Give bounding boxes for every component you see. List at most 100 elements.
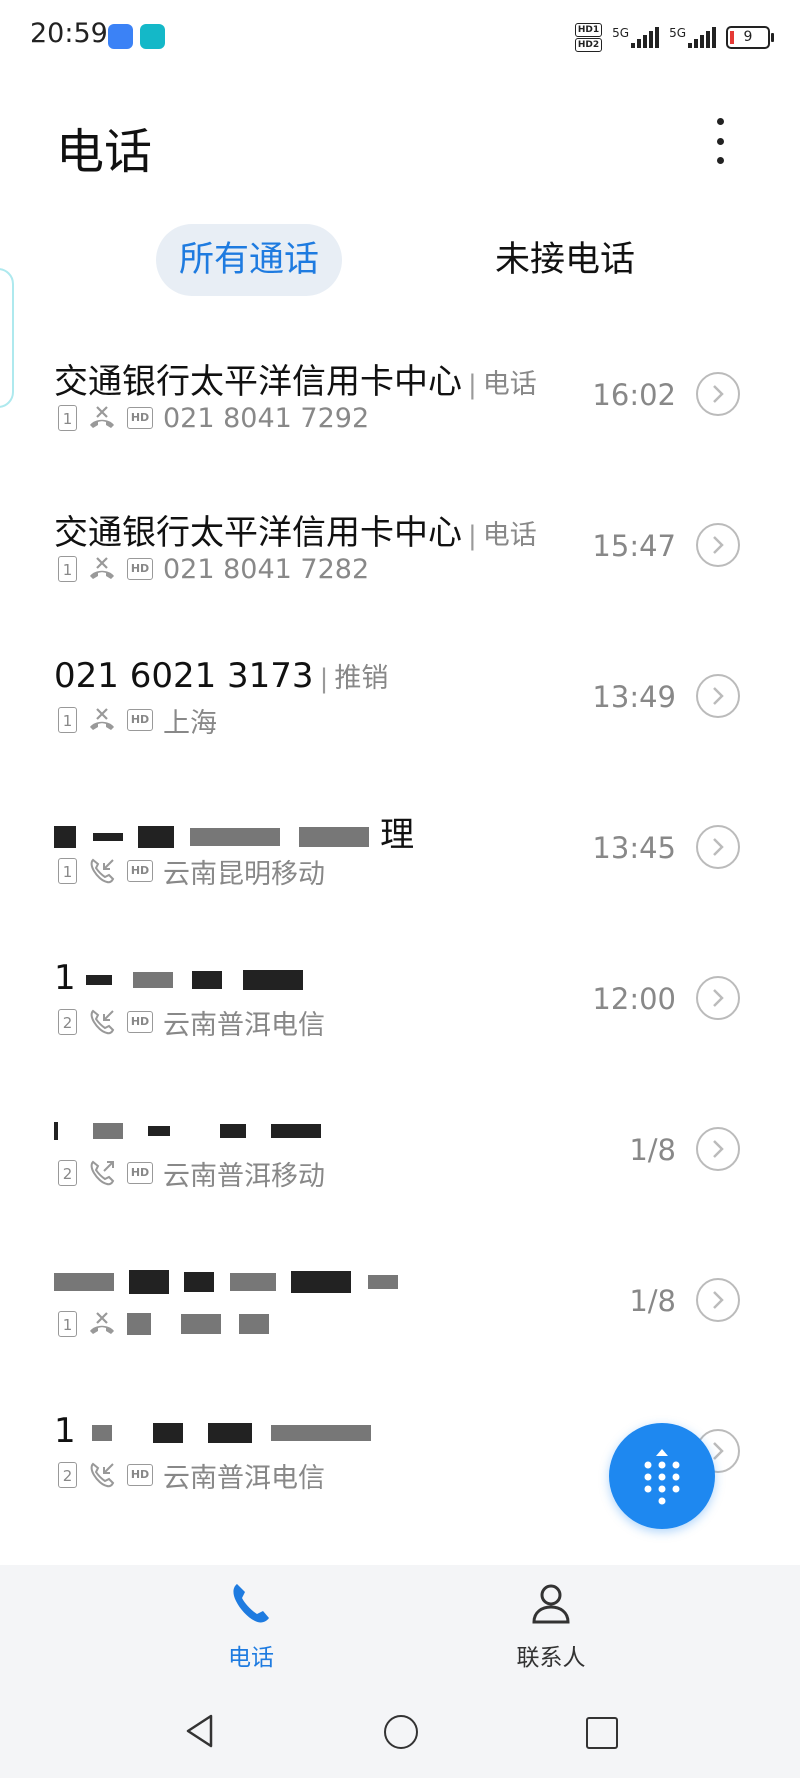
call-detail-button[interactable]	[696, 372, 740, 416]
network-1-label: 5G	[612, 26, 630, 40]
hd-call-icon: HD	[127, 407, 153, 429]
call-detail-button[interactable]	[696, 523, 740, 567]
call-detail: 云南普洱电信	[163, 1462, 325, 1494]
call-detail: 021 8041 7282	[163, 553, 370, 585]
nav-label-phone: 电话	[228, 1645, 274, 1671]
call-detail-button[interactable]	[696, 976, 740, 1020]
call-time: 13:49	[592, 680, 676, 714]
call-time: 13:45	[592, 831, 676, 865]
battery-icon: 9	[726, 25, 774, 49]
call-meta: 1 HD 云南昆明移动	[58, 855, 325, 890]
call-time: 16:02	[592, 378, 676, 412]
caller-name: 1	[54, 1411, 76, 1451]
caller-name: 理	[380, 815, 415, 855]
sim-icon: 2	[58, 1009, 77, 1035]
call-name-line: 1	[54, 958, 303, 998]
hd-call-icon: HD	[127, 1464, 153, 1486]
missed-call-icon	[90, 406, 114, 428]
home-icon[interactable]	[384, 1715, 418, 1749]
notification-link-icon	[140, 24, 165, 49]
sim-icon: 2	[58, 1462, 77, 1488]
call-time: 12:00	[592, 982, 676, 1016]
caller-name: 交通银行太平洋信用卡中心	[54, 513, 462, 553]
page-title: 电话	[56, 124, 153, 180]
sim-icon: 1	[58, 858, 77, 884]
call-row[interactable]: 理 1 HD 云南昆明移动 13:45	[0, 807, 800, 958]
sim-icon: 1	[58, 405, 77, 431]
dialpad-icon	[644, 1449, 680, 1505]
caller-tag: 推销	[334, 663, 389, 694]
missed-call-icon	[90, 557, 114, 579]
call-row[interactable]: 交通银行太平洋信用卡中心 | 电话 1 HD 021 8041 7282 15:47	[0, 505, 800, 656]
call-name-line: 021 6021 3173 | 推销	[54, 656, 389, 696]
caller-name: 交通银行太平洋信用卡中心	[54, 362, 462, 402]
notification-app-icon	[108, 24, 133, 49]
recent-apps-icon[interactable]	[586, 1717, 618, 1749]
hd-voice-icon: HD1 HD2	[574, 22, 603, 52]
hd1-label: HD1	[574, 22, 603, 37]
nav-tab-phone[interactable]: 电话	[196, 1580, 306, 1690]
hd-call-icon: HD	[127, 1162, 153, 1184]
caller-name: 1	[54, 958, 76, 998]
incoming-call-icon	[90, 1009, 115, 1035]
signal-1-icon: 5G	[612, 26, 660, 48]
call-time: 15:47	[592, 529, 676, 563]
call-meta: 1 HD 上海	[58, 704, 217, 739]
nav-tab-contacts[interactable]: 联系人	[496, 1580, 606, 1690]
call-detail-button[interactable]	[696, 1278, 740, 1322]
sim-icon: 2	[58, 1160, 77, 1186]
nav-label-contacts: 联系人	[516, 1645, 586, 1671]
tab-all-calls[interactable]: 所有通话	[156, 224, 342, 296]
call-row[interactable]: 交通银行太平洋信用卡中心 | 电话 1 HD 021 8041 7292 16:02	[0, 354, 800, 505]
call-detail: 上海	[163, 707, 217, 739]
sim-icon: 1	[58, 556, 77, 582]
caller-tag: 电话	[482, 369, 537, 400]
call-row[interactable]: 021 6021 3173 | 推销 1 HD 上海 13:49	[0, 656, 800, 807]
call-time: 1/8	[629, 1133, 676, 1167]
hd2-label: HD2	[574, 37, 603, 52]
missed-call-icon	[90, 1312, 114, 1334]
call-time: 1/8	[629, 1284, 676, 1318]
hd-call-icon: HD	[127, 1011, 153, 1033]
call-meta: 2 HD 云南普洱电信	[58, 1006, 325, 1041]
call-detail-button[interactable]	[696, 1127, 740, 1171]
back-icon[interactable]	[183, 1713, 217, 1749]
call-detail: 021 8041 7292	[163, 402, 370, 434]
call-row[interactable]: 2 HD 云南普洱移动 1/8	[0, 1109, 800, 1260]
hd-call-icon: HD	[127, 709, 153, 731]
call-meta: 2 HD 云南普洱移动	[58, 1157, 325, 1192]
sim-icon: 1	[58, 707, 77, 733]
network-2-label: 5G	[669, 26, 686, 40]
call-name-line	[54, 1260, 399, 1300]
outgoing-call-icon	[90, 1160, 115, 1186]
status-time: 20:59	[30, 18, 108, 49]
dialpad-button[interactable]	[609, 1423, 715, 1529]
call-row[interactable]: 1 2 HD 云南普洱电信 12:00	[0, 958, 800, 1109]
call-detail: 云南普洱电信	[163, 1009, 325, 1041]
battery-level: 9	[743, 28, 753, 45]
more-vertical-icon[interactable]	[710, 118, 730, 164]
call-detail-button[interactable]	[696, 674, 740, 718]
call-detail: 云南普洱移动	[163, 1160, 325, 1192]
hd-call-icon: HD	[127, 860, 153, 882]
call-name-line: 理	[54, 807, 414, 856]
call-name-line: 1	[54, 1411, 371, 1451]
call-meta: 1 HD 021 8041 7282	[58, 553, 369, 585]
call-name-line	[54, 1109, 322, 1149]
call-detail-button[interactable]	[696, 825, 740, 869]
call-meta: 1 HD 021 8041 7292	[58, 402, 369, 434]
tab-missed-calls[interactable]: 未接电话	[470, 224, 660, 296]
phone-icon	[233, 1584, 269, 1623]
call-meta: 1	[58, 1308, 269, 1340]
caller-tag: 电话	[482, 520, 537, 551]
call-detail: 云南昆明移动	[163, 858, 325, 890]
sim-icon: 1	[58, 1311, 77, 1337]
missed-call-icon	[90, 708, 114, 730]
call-meta: 2 HD 云南普洱电信	[58, 1459, 325, 1494]
status-indicators: HD1 HD2 5G 5G 9	[574, 22, 774, 52]
caller-name: 021 6021 3173	[54, 656, 314, 696]
person-icon	[532, 1584, 570, 1624]
call-name-line: 交通银行太平洋信用卡中心 | 电话	[54, 362, 537, 402]
incoming-call-icon	[90, 858, 115, 884]
call-row[interactable]: 1 1/8	[0, 1260, 800, 1411]
